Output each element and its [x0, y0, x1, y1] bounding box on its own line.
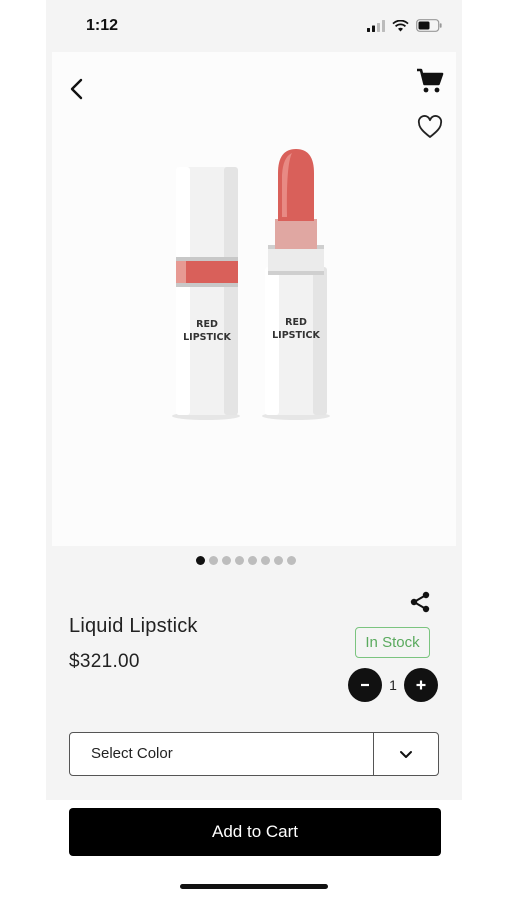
color-select-label: Select Color — [91, 745, 173, 762]
status-time: 1:12 — [86, 17, 119, 34]
back-button[interactable] — [60, 72, 94, 106]
wifi-icon — [392, 19, 409, 31]
cart-button[interactable] — [412, 64, 448, 98]
home-indicator — [180, 884, 328, 889]
color-select[interactable]: Select Color — [69, 732, 439, 776]
open-label-line1: RED — [285, 317, 307, 328]
carousel-dot[interactable] — [222, 556, 231, 565]
carousel-dots — [46, 556, 462, 565]
carousel-dot[interactable] — [274, 556, 283, 565]
add-to-cart-button[interactable]: Add to Cart — [69, 808, 441, 856]
product-price: $321.00 — [69, 651, 140, 672]
cart-icon — [417, 68, 444, 93]
open-label-line2: LIPSTICK — [272, 330, 320, 341]
favorite-button[interactable] — [412, 110, 448, 144]
quantity-increase-button[interactable] — [404, 668, 438, 702]
carousel-dot[interactable] — [261, 556, 270, 565]
lipstick-open: RED LIPSTICK — [262, 149, 330, 420]
phone-screen: 1:12 RED LIPSTICK RED LIPSTICK Liquid Li… — [46, 0, 462, 900]
quantity-stepper: 1 — [348, 668, 438, 702]
chevron-left-icon — [70, 78, 83, 100]
share-icon — [410, 591, 430, 613]
carousel-dot[interactable] — [235, 556, 244, 565]
signal-icon — [367, 19, 385, 32]
share-button[interactable] — [406, 588, 434, 616]
product-name: Liquid Lipstick — [69, 615, 198, 637]
product-image-area: RED LIPSTICK RED LIPSTICK — [52, 52, 456, 546]
carousel-dot[interactable] — [287, 556, 296, 565]
battery-icon — [416, 19, 442, 32]
closed-label-line2: LIPSTICK — [183, 332, 231, 343]
closed-label-line1: RED — [196, 319, 218, 330]
color-select-toggle[interactable] — [374, 733, 438, 775]
plus-icon — [416, 680, 426, 690]
carousel-dot[interactable] — [196, 556, 205, 565]
product-photo: RED LIPSTICK RED LIPSTICK — [172, 149, 330, 420]
status-icons — [367, 19, 442, 32]
quantity-value: 1 — [382, 668, 404, 702]
carousel-dot[interactable] — [209, 556, 218, 565]
minus-icon — [361, 683, 369, 687]
lipstick-closed: RED LIPSTICK — [172, 167, 240, 420]
quantity-decrease-button[interactable] — [348, 668, 382, 702]
stock-status-badge: In Stock — [355, 627, 430, 658]
carousel-dot[interactable] — [248, 556, 257, 565]
heart-icon — [417, 115, 443, 138]
status-bar: 1:12 — [46, 0, 462, 52]
chevron-down-icon — [400, 750, 412, 758]
